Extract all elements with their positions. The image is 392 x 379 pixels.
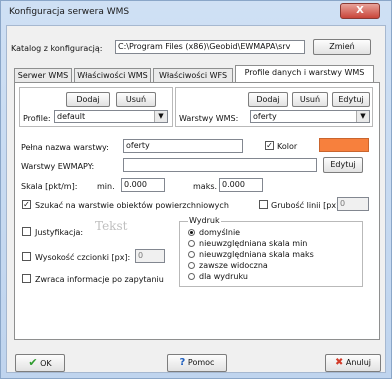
- color-checkbox[interactable]: ✓: [265, 141, 274, 150]
- scale-label: Skala [pkt/m]:: [21, 182, 78, 191]
- checkmark-icon: ✔: [28, 356, 38, 369]
- profiles-select[interactable]: default ▼: [54, 110, 168, 123]
- justify-checkbox[interactable]: [22, 227, 31, 236]
- scale-max-input[interactable]: 0.000: [219, 178, 263, 192]
- profiles-group: Dodaj Usuń Profile: default ▼: [19, 87, 173, 127]
- font-height-label: Wysokość czcionki [px]:: [35, 253, 131, 262]
- print-option-always-visible-radio[interactable]: [188, 262, 195, 269]
- justify-preview[interactable]: Tekst: [95, 219, 127, 233]
- print-option-default-radio[interactable]: [188, 229, 195, 236]
- dialog-client: Katalog z konfiguracją: C:\Program Files…: [6, 25, 386, 373]
- ewmapa-layers-input[interactable]: [123, 158, 317, 172]
- add-profile-button[interactable]: Dodaj: [66, 92, 110, 107]
- tab-panel: Dodaj Usuń Profile: default ▼ Dodaj Usuń…: [14, 82, 380, 340]
- ewmapa-layers-label: Warstwy EWMAPY:: [21, 162, 95, 171]
- question-mark-icon: ?: [179, 357, 186, 368]
- profiles-selected-value: default: [57, 112, 86, 121]
- dialog-window: Konfiguracja serwera WMS X Katalog z kon…: [0, 0, 392, 379]
- config-path-input[interactable]: C:\Program Files (x86)\Geobid\EWMAPA\srv: [115, 40, 305, 54]
- chevron-down-icon[interactable]: ▼: [154, 111, 167, 122]
- tab-wms-properties[interactable]: Właściwości WMS: [74, 68, 151, 82]
- add-layer-button[interactable]: Dodaj: [248, 92, 288, 107]
- layers-group: Dodaj Usuń Edytuj Warstwy WMS: oferty ▼: [175, 87, 373, 127]
- cancel-button-label: Anuluj: [345, 358, 372, 367]
- color-swatch[interactable]: [319, 138, 369, 152]
- scale-min-input[interactable]: 0.000: [121, 178, 165, 192]
- line-width-checkbox[interactable]: [259, 200, 268, 209]
- line-width-input[interactable]: 0: [337, 197, 369, 211]
- ok-button[interactable]: ✔ OK: [15, 354, 65, 372]
- font-height-input[interactable]: 0: [135, 249, 165, 263]
- full-name-input[interactable]: oferty: [123, 139, 243, 153]
- print-group: Wydruk domyślnie nieuwzględniana skala m…: [179, 216, 363, 287]
- profiles-label: Profile:: [23, 114, 51, 123]
- justify-label: Justyfikacja:: [35, 228, 84, 237]
- remove-profile-button[interactable]: Usuń: [116, 92, 156, 107]
- print-option-ignore-max-radio[interactable]: [188, 251, 195, 258]
- scale-min-label: min.: [97, 182, 115, 191]
- cancel-button[interactable]: ✖ Anuluj: [325, 354, 381, 372]
- close-icon: X: [356, 5, 364, 16]
- returns-info-label: Zwraca informacje po zapytaniu: [35, 275, 164, 284]
- print-group-title: Wydruk: [188, 216, 221, 225]
- print-option-ignore-min-radio[interactable]: [188, 240, 195, 247]
- search-surface-label: Szukać na warstwie obiektów powierzchnio…: [35, 201, 229, 210]
- x-icon: ✖: [334, 357, 344, 368]
- print-option-for-print-radio[interactable]: [188, 273, 195, 280]
- ok-button-label: OK: [40, 359, 52, 368]
- print-option-ignore-min-label: nieuwzględniana skala min: [199, 239, 308, 248]
- help-button-label: Pomoc: [187, 358, 215, 367]
- close-button[interactable]: X: [340, 3, 380, 19]
- wms-layers-label: Warstwy WMS:: [179, 114, 239, 123]
- print-option-default-label: domyślnie: [199, 228, 241, 237]
- scale-max-label: maks.: [193, 182, 218, 191]
- returns-info-checkbox[interactable]: [22, 274, 31, 283]
- print-option-always-visible-label: zawsze widoczna: [199, 261, 268, 270]
- print-option-for-print-label: dla wydruku: [199, 272, 248, 281]
- remove-layer-button[interactable]: Usuń: [292, 92, 328, 107]
- line-width-label: Grubość linii [px]:: [271, 201, 342, 210]
- tab-wms-server[interactable]: Serwer WMS: [14, 68, 72, 82]
- print-option-ignore-max-label: nieuwzględniana skala maks: [199, 250, 314, 259]
- tab-profiles-layers[interactable]: Profile danych i warstwy WMS: [235, 65, 374, 83]
- edit-layer-button[interactable]: Edytuj: [332, 92, 370, 107]
- config-path-label: Katalog z konfiguracją:: [11, 44, 103, 53]
- search-surface-checkbox[interactable]: ✓: [22, 200, 31, 209]
- chevron-down-icon[interactable]: ▼: [356, 111, 369, 122]
- wms-layers-select[interactable]: oferty ▼: [250, 110, 370, 123]
- edit-ewmapa-button[interactable]: Edytuj: [323, 157, 363, 173]
- title-bar[interactable]: Konfiguracja serwera WMS X: [1, 1, 391, 25]
- window-title: Konfiguracja serwera WMS: [9, 7, 130, 17]
- change-path-button[interactable]: Zmień: [313, 39, 371, 55]
- full-name-label: Pełna nazwa warstwy:: [21, 143, 109, 152]
- help-button[interactable]: ? Pomoc: [167, 354, 227, 372]
- tab-wfs-properties[interactable]: Właściwości WFS: [153, 68, 233, 82]
- wms-layers-selected-value: oferty: [253, 112, 277, 121]
- font-height-checkbox[interactable]: [22, 252, 31, 261]
- color-label: Kolor: [277, 142, 298, 151]
